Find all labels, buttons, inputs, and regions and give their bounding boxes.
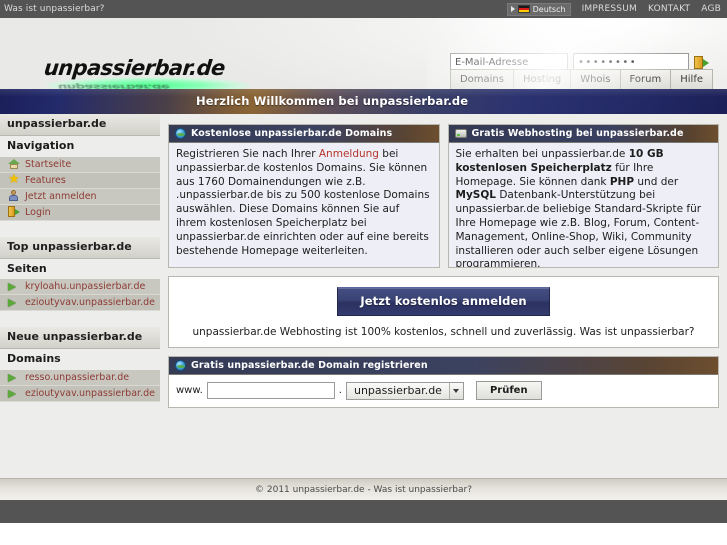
sidebar-item-label: ezioutyvav.unpassierbar.de bbox=[25, 388, 155, 400]
arrow-right-icon bbox=[8, 281, 20, 293]
arrow-right-icon bbox=[8, 372, 20, 384]
logo-reflection: unpassierbar.de bbox=[57, 82, 170, 89]
sidebar-item-label: resso.unpassierbar.de bbox=[25, 372, 130, 384]
viewport-filler bbox=[0, 523, 727, 545]
sidebar-heading-domains: Domains bbox=[0, 349, 160, 371]
box-header: Gratis unpassierbar.de Domain registrier… bbox=[169, 357, 718, 375]
hosting-bold-3: MySQL bbox=[455, 189, 496, 202]
link-anmeldung[interactable]: Anmeldung bbox=[319, 148, 379, 160]
sidebar-heading-seiten: Seiten bbox=[0, 258, 160, 280]
logo-text: unpassierbar.de bbox=[42, 56, 227, 80]
tld-select-value: unpassierbar.de bbox=[353, 384, 442, 397]
arrow-right-icon bbox=[8, 297, 20, 309]
box-header: Gratis Webhosting bei unpassierbar.de bbox=[448, 125, 718, 143]
signup-button[interactable]: Jetzt kostenlos anmelden bbox=[337, 287, 550, 316]
box-title: Kostenlose unpassierbar.de Domains bbox=[191, 128, 393, 139]
box-body: Registrieren Sie nach Ihrer Anmeldung be… bbox=[169, 143, 439, 267]
domain-register-panel: Gratis unpassierbar.de Domain registrier… bbox=[168, 356, 719, 408]
dot-separator: . bbox=[338, 385, 342, 396]
footer-text: © 2011 unpassierbar.de - Was ist unpassi… bbox=[255, 484, 472, 495]
box-free-hosting: Gratis Webhosting bei unpassierbar.de Si… bbox=[447, 124, 719, 268]
sidebar-section-title-neue: Neue unpassierbar.de bbox=[0, 327, 160, 350]
sidebar-item-label: Features bbox=[25, 174, 66, 186]
sidebar-item-login[interactable]: Login bbox=[0, 204, 160, 221]
browser-bottom-strip bbox=[0, 500, 727, 523]
hosting-text-3: und der bbox=[634, 175, 679, 188]
sidebar-item-startseite[interactable]: Startseite bbox=[0, 156, 160, 173]
cta-subtitle: unpassierbar.de Webhosting ist 100% kost… bbox=[192, 326, 695, 338]
arrow-right-icon bbox=[8, 388, 20, 400]
hosting-bold-2: PHP bbox=[609, 175, 635, 188]
main-nav-tabs: Domains Hosting Whois Forum Hilfe bbox=[449, 69, 713, 89]
page-title: Was ist unpassierbar? bbox=[4, 4, 105, 14]
domains-text-2: bei unpassierbar.de kostenlos Domains. S… bbox=[176, 148, 430, 257]
sidebar-item-jetzt-anmelden[interactable]: Jetzt anmelden bbox=[0, 188, 160, 205]
site-logo[interactable]: unpassierbar.de unpassierbar.de bbox=[42, 56, 274, 89]
tld-select[interactable]: unpassierbar.de bbox=[345, 381, 464, 400]
sidebar: unpassierbar.de Navigation Startseite ★ … bbox=[0, 114, 160, 403]
language-selector[interactable]: Deutsch bbox=[506, 2, 571, 16]
language-label: Deutsch bbox=[532, 4, 566, 14]
browser-top-bar: Was ist unpassierbar? Deutsch IMPRESSUM … bbox=[0, 0, 727, 18]
info-boxes-row: Kostenlose unpassierbar.de Domains Regis… bbox=[168, 124, 719, 268]
link-agb[interactable]: AGB bbox=[701, 4, 721, 14]
box-title: Gratis unpassierbar.de Domain registrier… bbox=[191, 360, 428, 371]
box-body: Sie erhalten bei unpassierbar.de 10 GB k… bbox=[449, 143, 719, 267]
site-header: unpassierbar.de unpassierbar.de Domains … bbox=[0, 18, 727, 89]
server-icon bbox=[454, 129, 467, 138]
site-footer: © 2011 unpassierbar.de - Was ist unpassi… bbox=[0, 478, 727, 500]
sidebar-item-top-1[interactable]: kryloahu.unpassierbar.de bbox=[0, 279, 160, 296]
topbar-links: Deutsch IMPRESSUM KONTAKT AGB bbox=[506, 2, 721, 16]
chevron-down-icon[interactable] bbox=[448, 382, 463, 399]
star-icon: ★ bbox=[8, 172, 20, 188]
check-domain-button[interactable]: Prüfen bbox=[475, 381, 542, 400]
domain-search-row: www. . unpassierbar.de Prüfen bbox=[169, 375, 718, 407]
login-door-icon bbox=[8, 206, 20, 218]
www-prefix-label: www. bbox=[176, 385, 203, 396]
main-content: Kostenlose unpassierbar.de Domains Regis… bbox=[160, 114, 727, 408]
sidebar-item-features[interactable]: ★ Features bbox=[0, 172, 160, 189]
sidebar-divider bbox=[0, 220, 160, 237]
sidebar-item-top-2[interactable]: ezioutyvav.unpassierbar.de bbox=[0, 295, 160, 312]
box-title: Gratis Webhosting bei unpassierbar.de bbox=[471, 128, 684, 139]
sidebar-item-label: Startseite bbox=[25, 158, 72, 170]
sidebar-divider bbox=[0, 311, 160, 328]
sidebar-item-label: kryloahu.unpassierbar.de bbox=[25, 281, 146, 293]
domains-text-1: Registrieren Sie nach Ihrer bbox=[176, 148, 319, 160]
tab-domains[interactable]: Domains bbox=[449, 69, 513, 89]
welcome-banner: Herzlich Willkommen bei unpassierbar.de bbox=[0, 89, 727, 114]
box-header: Kostenlose unpassierbar.de Domains bbox=[169, 125, 439, 143]
user-add-icon bbox=[8, 190, 20, 202]
globe-icon bbox=[175, 360, 186, 371]
box-free-domains: Kostenlose unpassierbar.de Domains Regis… bbox=[168, 124, 440, 268]
welcome-banner-text: Herzlich Willkommen bei unpassierbar.de bbox=[196, 94, 469, 108]
login-door-icon[interactable] bbox=[694, 55, 709, 70]
home-icon bbox=[8, 158, 20, 170]
tab-forum[interactable]: Forum bbox=[619, 69, 671, 89]
domain-name-input[interactable] bbox=[206, 382, 335, 399]
cta-panel: Jetzt kostenlos anmelden unpassierbar.de… bbox=[168, 276, 719, 348]
german-flag-icon bbox=[517, 5, 530, 13]
sidebar-section-title-top: Top unpassierbar.de bbox=[0, 236, 160, 259]
page-body: unpassierbar.de Navigation Startseite ★ … bbox=[0, 114, 727, 470]
hosting-text-1: Sie erhalten bei unpassierbar.de bbox=[455, 148, 629, 160]
sidebar-item-neu-2[interactable]: ezioutyvav.unpassierbar.de bbox=[0, 386, 160, 403]
sidebar-item-label: Login bbox=[25, 206, 51, 218]
sidebar-brand: unpassierbar.de bbox=[0, 114, 160, 136]
chevron-right-icon bbox=[510, 6, 515, 12]
tab-whois[interactable]: Whois bbox=[570, 69, 620, 89]
tab-hosting[interactable]: Hosting bbox=[512, 69, 571, 89]
tab-hilfe[interactable]: Hilfe bbox=[670, 69, 713, 89]
page-root: unpassierbar.de unpassierbar.de Domains … bbox=[0, 18, 727, 500]
sidebar-item-label: Jetzt anmelden bbox=[25, 190, 97, 202]
sidebar-item-neu-1[interactable]: resso.unpassierbar.de bbox=[0, 370, 160, 387]
link-kontakt[interactable]: KONTAKT bbox=[648, 4, 690, 14]
globe-icon bbox=[175, 128, 186, 139]
sidebar-heading-navigation: Navigation bbox=[0, 135, 160, 157]
link-impressum[interactable]: IMPRESSUM bbox=[582, 4, 637, 14]
sidebar-item-label: ezioutyvav.unpassierbar.de bbox=[25, 297, 155, 309]
